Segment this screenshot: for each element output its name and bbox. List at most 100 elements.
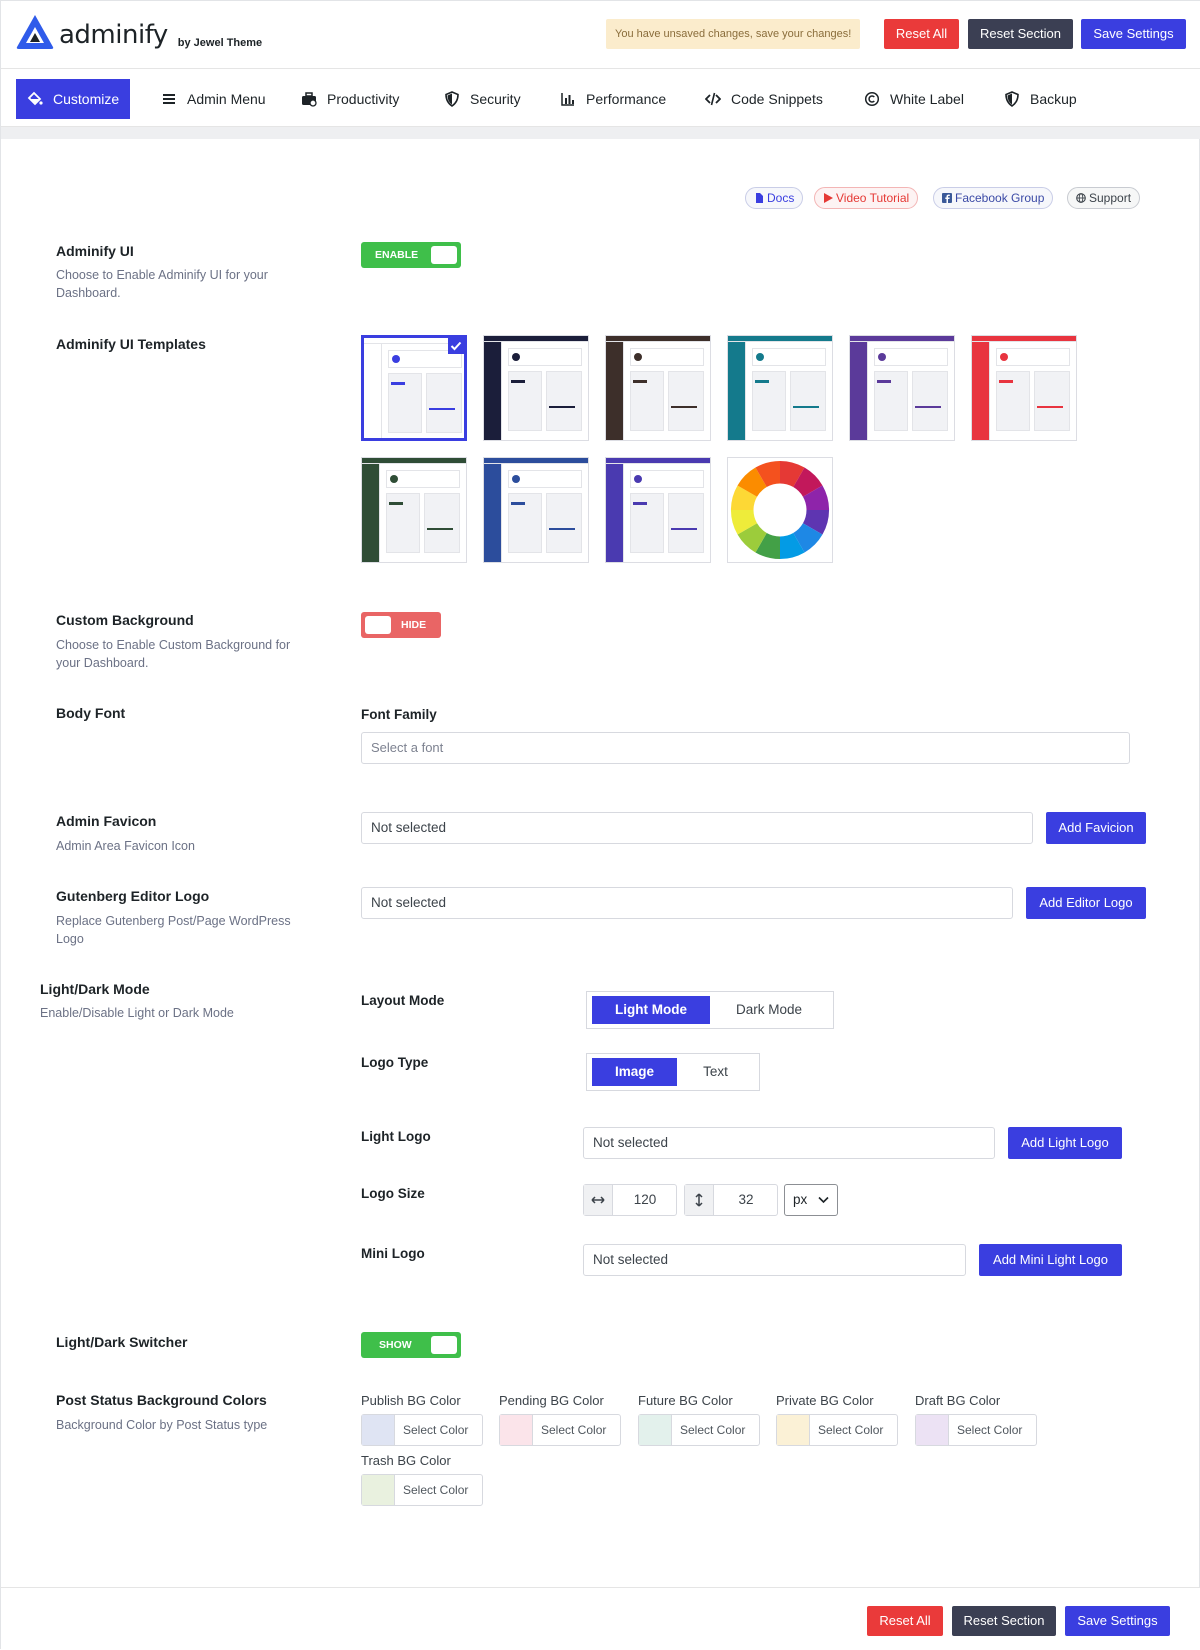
logo-height-field[interactable]: 32 bbox=[684, 1184, 778, 1216]
add-editor-logo-button[interactable]: Add Editor Logo bbox=[1026, 887, 1146, 919]
save-settings-button[interactable]: Save Settings bbox=[1081, 19, 1186, 49]
adminify-ui-desc-line1: Choose to Enable Adminify UI for your bbox=[56, 268, 268, 282]
height-arrows-icon bbox=[685, 1185, 714, 1215]
color-swatch[interactable] bbox=[916, 1415, 949, 1445]
shield-icon bbox=[445, 91, 459, 107]
color-wheel-icon bbox=[730, 460, 830, 560]
template-preview-part bbox=[391, 382, 405, 385]
color-swatch[interactable] bbox=[362, 1415, 395, 1445]
support-link[interactable]: Support bbox=[1067, 187, 1141, 209]
select-color-text[interactable]: Select Color bbox=[403, 1475, 468, 1505]
tab-code-snippets[interactable]: Code Snippets bbox=[705, 79, 823, 119]
logo-text-option[interactable]: Text bbox=[677, 1058, 754, 1086]
color-swatch[interactable] bbox=[500, 1415, 533, 1445]
select-color-text[interactable]: Select Color bbox=[541, 1415, 606, 1445]
tab-admin-menu[interactable]: Admin Menu bbox=[161, 79, 266, 119]
template-thumbnail[interactable] bbox=[361, 335, 467, 441]
post-status-desc: Background Color by Post Status type bbox=[56, 1418, 268, 1432]
logo-width-field[interactable]: 120 bbox=[583, 1184, 677, 1216]
dark-mode-option[interactable]: Dark Mode bbox=[710, 996, 828, 1024]
logo-image-option[interactable]: Image bbox=[592, 1058, 677, 1086]
template-thumbnail[interactable] bbox=[361, 457, 467, 563]
footer-reset-section-button[interactable]: Reset Section bbox=[952, 1606, 1056, 1636]
template-preview-part bbox=[362, 458, 380, 562]
add-mini-light-logo-button[interactable]: Add Mini Light Logo bbox=[979, 1244, 1122, 1276]
template-preview-part bbox=[429, 408, 455, 410]
template-preview-part bbox=[634, 475, 642, 483]
toggle-knob bbox=[365, 616, 391, 634]
template-thumbnail[interactable] bbox=[483, 335, 589, 441]
add-favicon-button[interactable]: Add Favicion bbox=[1046, 812, 1146, 844]
color-picker[interactable]: Select Color bbox=[915, 1414, 1037, 1446]
logo-width-value: 120 bbox=[633, 1192, 657, 1207]
footer-reset-all-button[interactable]: Reset All bbox=[867, 1606, 943, 1636]
favicon-field[interactable]: Not selected bbox=[361, 812, 1033, 844]
select-color-text[interactable]: Select Color bbox=[403, 1415, 468, 1445]
logo-byline: by Jewel Theme bbox=[177, 37, 263, 49]
color-picker-label: Future BG Color bbox=[638, 1393, 733, 1408]
tab-white-label[interactable]: White Label bbox=[864, 79, 964, 119]
color-picker-label: Private BG Color bbox=[776, 1393, 874, 1408]
logo-size-label: Logo Size bbox=[361, 1186, 425, 1201]
logo-size-unit-select[interactable]: px bbox=[784, 1184, 838, 1216]
template-preview-part bbox=[389, 502, 403, 505]
footer-save-settings-button[interactable]: Save Settings bbox=[1065, 1606, 1170, 1636]
tab-label: White Label bbox=[890, 91, 964, 107]
tab-label: Backup bbox=[1030, 91, 1077, 107]
custom-bg-toggle[interactable]: HIDE bbox=[361, 612, 441, 638]
light-mode-option[interactable]: Light Mode bbox=[592, 996, 710, 1024]
color-picker[interactable]: Select Color bbox=[361, 1474, 483, 1506]
template-preview-part bbox=[511, 380, 525, 383]
video-tutorial-link[interactable]: Video Tutorial bbox=[814, 187, 919, 209]
template-thumbnail[interactable] bbox=[727, 335, 833, 441]
template-preview-part bbox=[793, 406, 819, 408]
tab-label: Performance bbox=[586, 91, 667, 107]
color-picker[interactable]: Select Color bbox=[638, 1414, 760, 1446]
switcher-label: Light/Dark Switcher bbox=[56, 1334, 188, 1350]
tab-backup[interactable]: Backup bbox=[1004, 79, 1077, 119]
select-color-text[interactable]: Select Color bbox=[680, 1415, 745, 1445]
template-preview-part bbox=[392, 355, 400, 363]
light-dark-mode-label: Light/Dark Mode bbox=[40, 981, 150, 997]
template-preview-part bbox=[484, 336, 502, 440]
template-thumbnail[interactable] bbox=[849, 335, 955, 441]
adminify-ui-toggle[interactable]: ENABLE bbox=[361, 242, 461, 268]
template-custom-color-wheel[interactable] bbox=[727, 457, 833, 563]
selected-check-icon bbox=[448, 338, 464, 354]
color-swatch[interactable] bbox=[777, 1415, 810, 1445]
template-preview-part bbox=[1034, 371, 1070, 431]
tab-customize[interactable]: Customize bbox=[16, 79, 131, 119]
docs-link[interactable]: Docs bbox=[745, 187, 804, 209]
template-thumbnail[interactable] bbox=[605, 335, 711, 441]
color-swatch[interactable] bbox=[362, 1475, 395, 1505]
switcher-toggle[interactable]: SHOW bbox=[361, 1332, 461, 1358]
reset-section-button[interactable]: Reset Section bbox=[968, 19, 1073, 49]
tab-security[interactable]: Security bbox=[444, 79, 521, 119]
font-family-select[interactable]: Select a font bbox=[361, 732, 1130, 764]
template-thumbnail[interactable] bbox=[483, 457, 589, 563]
color-picker[interactable]: Select Color bbox=[361, 1414, 483, 1446]
template-preview-part bbox=[668, 371, 704, 431]
select-color-text[interactable]: Select Color bbox=[957, 1415, 1022, 1445]
template-thumbnail[interactable] bbox=[971, 335, 1077, 441]
color-picker[interactable]: Select Color bbox=[776, 1414, 898, 1446]
tab-productivity[interactable]: Productivity bbox=[301, 79, 399, 119]
tab-label: Productivity bbox=[327, 91, 400, 107]
custom-bg-desc-line1: Choose to Enable Custom Background for bbox=[56, 638, 291, 652]
light-logo-label: Light Logo bbox=[361, 1129, 431, 1144]
template-preview-part bbox=[756, 353, 764, 361]
reset-all-button[interactable]: Reset All bbox=[884, 19, 959, 49]
color-picker[interactable]: Select Color bbox=[499, 1414, 621, 1446]
logo: adminify by Jewel Theme bbox=[15, 13, 262, 51]
adminify-ui-label: Adminify UI bbox=[56, 243, 134, 259]
editor-logo-field[interactable]: Not selected bbox=[361, 887, 1013, 919]
color-swatch[interactable] bbox=[639, 1415, 672, 1445]
template-thumbnail[interactable] bbox=[605, 457, 711, 563]
tab-performance[interactable]: Performance bbox=[560, 79, 666, 119]
select-color-text[interactable]: Select Color bbox=[818, 1415, 883, 1445]
add-light-logo-button[interactable]: Add Light Logo bbox=[1008, 1127, 1122, 1159]
light-logo-field[interactable]: Not selected bbox=[583, 1127, 995, 1159]
template-preview-part bbox=[850, 336, 954, 342]
mini-logo-field[interactable]: Not selected bbox=[583, 1244, 966, 1276]
facebook-group-link[interactable]: Facebook Group bbox=[933, 187, 1054, 209]
